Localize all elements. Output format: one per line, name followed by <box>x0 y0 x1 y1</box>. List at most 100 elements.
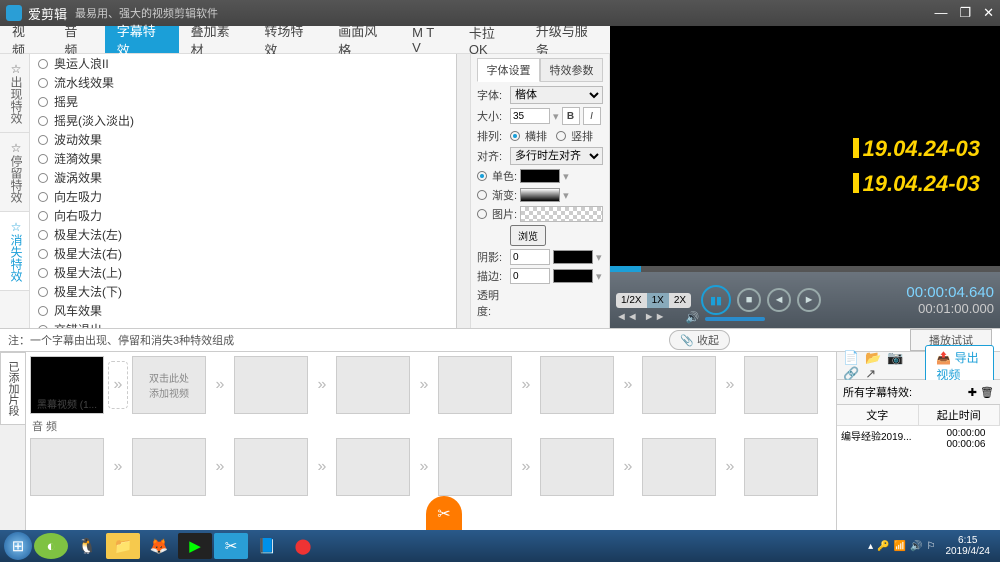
font-tab-settings[interactable]: 字体设置 <box>477 58 540 82</box>
main-tab-2[interactable]: 字幕特效 <box>105 26 179 53</box>
empty-audio-slot[interactable] <box>336 438 410 496</box>
align-select[interactable]: 多行时左对齐 <box>510 147 603 165</box>
font-tab-params[interactable]: 特效参数 <box>540 58 603 82</box>
effect-list[interactable]: 奥运人浪II流水线效果摇晃摇晃(淡入淡出)波动效果涟漪效果漩涡效果向左吸力向右吸… <box>30 54 456 328</box>
taskbar-app-8[interactable]: ⬤ <box>286 533 320 559</box>
volume-slider[interactable] <box>705 317 765 321</box>
stop-button[interactable]: ■ <box>737 288 761 312</box>
font-select[interactable]: 楷体 <box>510 86 603 104</box>
main-tab-3[interactable]: 叠加素材 <box>179 26 253 53</box>
category-tab-0[interactable]: ☆出现特效 <box>0 54 29 133</box>
volume-icon[interactable]: 🔊 <box>686 311 700 324</box>
prev-frame-button[interactable]: ◄ <box>767 288 791 312</box>
empty-audio-slot[interactable] <box>642 438 716 496</box>
main-tab-5[interactable]: 画面风格 <box>326 26 400 53</box>
add-subtitle-icon[interactable]: ✚ <box>968 386 977 399</box>
taskbar-app-7[interactable]: 📘 <box>250 533 284 559</box>
taskbar-clock[interactable]: 6:152019/4/24 <box>946 535 991 557</box>
effect-item[interactable]: 极星大法(左) <box>30 225 456 244</box>
main-tab-4[interactable]: 转场特效 <box>252 26 326 53</box>
empty-audio-slot[interactable] <box>744 438 818 496</box>
toolbar-icon[interactable]: 📄 <box>843 350 859 365</box>
effect-item[interactable]: 极星大法(上) <box>30 263 456 282</box>
effect-item[interactable]: 漩涡效果 <box>30 168 456 187</box>
minimize-button[interactable]: — <box>934 5 947 21</box>
effect-scrollbar[interactable] <box>456 54 470 328</box>
effect-item[interactable]: 摇晃(淡入淡出) <box>30 111 456 130</box>
effect-item[interactable]: 向右吸力 <box>30 206 456 225</box>
effect-item[interactable]: 极星大法(下) <box>30 282 456 301</box>
stroke-color[interactable] <box>553 269 593 283</box>
start-button[interactable]: ⊞ <box>4 532 32 560</box>
toolbar-icon[interactable]: 🔗 <box>843 366 859 381</box>
tray-icon[interactable]: ▴ <box>868 541 873 552</box>
speed-1X[interactable]: 1X <box>647 293 669 308</box>
speed-1/2X[interactable]: 1/2X <box>616 293 647 308</box>
empty-audio-slot[interactable] <box>438 438 512 496</box>
taskbar-app-6-active[interactable]: ✂ <box>214 533 248 559</box>
add-clip-placeholder[interactable]: 双击此处 添加视频 <box>132 356 206 414</box>
toolbar-icon[interactable]: 📷 <box>887 350 903 365</box>
empty-clip-slot[interactable] <box>336 356 410 414</box>
category-tab-2[interactable]: ☆消失特效 <box>0 212 29 291</box>
close-button[interactable]: ✕ <box>983 5 994 21</box>
effect-item[interactable]: 涟漪效果 <box>30 149 456 168</box>
clip-thumbnail-1[interactable]: 黑幕视频 (1... <box>30 356 104 414</box>
delete-subtitle-icon[interactable]: 🗑 <box>980 386 994 399</box>
main-tab-6[interactable]: M T V <box>400 26 457 53</box>
picture-radio[interactable] <box>477 209 487 219</box>
effect-item[interactable]: 流水线效果 <box>30 73 456 92</box>
collapse-button[interactable]: 📎 收起 <box>669 330 730 350</box>
maximize-button[interactable]: ❐ <box>959 5 971 21</box>
solid-radio[interactable] <box>477 171 487 181</box>
category-tab-1[interactable]: ☆停留特效 <box>0 133 29 212</box>
taskbar-app-5[interactable]: ▶ <box>178 533 212 559</box>
rewind-icon[interactable]: ◄◄ <box>616 311 638 324</box>
gradient-swatch[interactable] <box>520 188 560 202</box>
toolbar-icon[interactable]: ↗ <box>865 366 876 381</box>
effect-item[interactable]: 奥运人浪II <box>30 54 456 73</box>
effect-item[interactable]: 向左吸力 <box>30 187 456 206</box>
effect-item[interactable]: 波动效果 <box>30 130 456 149</box>
tray-icon[interactable]: 📶 <box>894 541 906 552</box>
subtitle-row[interactable]: 编导经验2019... 00:00:0000:00:06 <box>837 426 1000 452</box>
solid-color-swatch[interactable] <box>520 169 560 183</box>
shadow-input[interactable] <box>510 249 550 265</box>
empty-clip-slot[interactable] <box>744 356 818 414</box>
shadow-color[interactable] <box>553 250 593 264</box>
empty-audio-slot[interactable] <box>234 438 308 496</box>
transition-slot[interactable]: » <box>108 361 128 409</box>
cut-button[interactable]: ✂ <box>426 496 462 530</box>
empty-clip-slot[interactable] <box>234 356 308 414</box>
video-preview[interactable]: 19.04.24-03 19.04.24-03 <box>610 26 1000 266</box>
empty-clip-slot[interactable] <box>642 356 716 414</box>
taskbar-app-4[interactable]: 🦊 <box>142 533 176 559</box>
tray-icon[interactable]: 🔊 <box>910 541 922 552</box>
tray-icon[interactable]: ⚐ <box>927 541 936 552</box>
main-tab-1[interactable]: 音 频 <box>52 26 104 53</box>
empty-clip-slot[interactable] <box>438 356 512 414</box>
empty-clip-slot[interactable] <box>540 356 614 414</box>
empty-audio-slot[interactable] <box>132 438 206 496</box>
main-tab-7[interactable]: 卡拉OK <box>457 26 524 53</box>
arrange-v-radio[interactable] <box>556 131 566 141</box>
taskbar-app-3[interactable]: 📁 <box>106 533 140 559</box>
empty-audio-slot[interactable] <box>30 438 104 496</box>
effect-item[interactable]: 交错退出 <box>30 320 456 328</box>
clip-tab-added[interactable]: 已添加片段 <box>0 352 26 425</box>
toolbar-icon[interactable]: 📂 <box>865 350 881 365</box>
empty-audio-slot[interactable] <box>540 438 614 496</box>
tray-icon[interactable]: 🔑 <box>877 541 889 552</box>
effect-item[interactable]: 风车效果 <box>30 301 456 320</box>
next-frame-button[interactable]: ► <box>797 288 821 312</box>
bold-button[interactable]: B <box>562 107 580 125</box>
italic-button[interactable]: I <box>583 107 601 125</box>
main-tab-8[interactable]: 升级与服务 <box>524 26 610 53</box>
gradient-radio[interactable] <box>477 190 487 200</box>
taskbar-app-2[interactable]: 🐧 <box>70 533 104 559</box>
stroke-input[interactable] <box>510 268 550 284</box>
speed-2X[interactable]: 2X <box>669 293 691 308</box>
browse-button[interactable]: 浏览 <box>510 225 546 246</box>
taskbar-app-1[interactable]: ◐ <box>34 533 68 559</box>
forward-icon[interactable]: ►► <box>644 311 666 324</box>
